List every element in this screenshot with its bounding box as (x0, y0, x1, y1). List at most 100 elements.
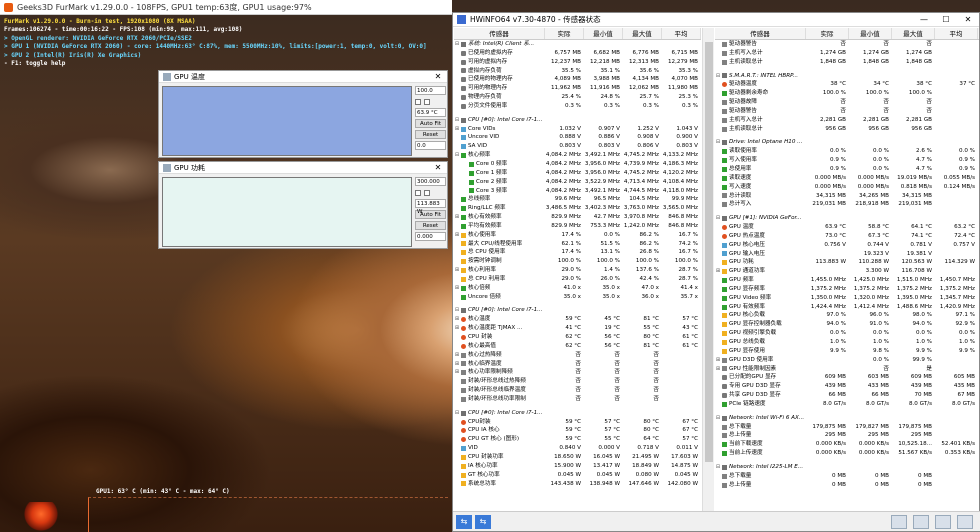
sensor-row[interactable]: 主机写入总计 2,281 GB 2,281 GB 2,281 GB (715, 116, 979, 125)
sensor-row[interactable]: CPU封装 59 °C 57 °C 80 °C 67 °C (454, 418, 701, 427)
sensor-pane-right[interactable]: 传感器 实际 最小值 最大值 平均 驱动器警告否否否主机写入总计 1,274 GB 1,27… (715, 28, 979, 512)
checkbox[interactable] (424, 98, 430, 105)
column-header-current[interactable]: 实际 (545, 28, 584, 39)
sensor-row[interactable]: 读取使用率 0.0 % 0.0 % 2.6 % 0.0 % (715, 147, 979, 156)
sensor-group-header[interactable]: ⊟ GPU [#1]: NVIDIA GeFor... (715, 214, 979, 223)
checkbox[interactable] (415, 189, 421, 196)
sensor-row[interactable]: ⊞ GPU D3D 使用率 0.0 % 99.9 % (715, 356, 979, 365)
sensor-row[interactable]: 封装/环形总线临界温度 否 否 否 (454, 386, 701, 395)
sensor-row[interactable]: 已分配的GPU 显存 609 MB 603 MB 609 MB 605 MB (715, 373, 979, 382)
sensor-row[interactable]: Uncore 倍频 35.0 x 35.0 x 36.0 x 35.7 x (454, 293, 701, 302)
sensor-row[interactable]: 物理内存负荷 25.4 % 24.8 % 25.7 % 25.3 % (454, 93, 701, 102)
sensor-row[interactable]: GPU 显存使用 9.9 % 9.8 % 9.9 % 9.9 % (715, 347, 979, 356)
sensor-row[interactable]: 总 CPU 使用率 17.4 % 13.1 % 26.8 % 16.7 % (454, 248, 701, 257)
column-header-sensor[interactable]: 传感器 (454, 28, 545, 39)
sensor-row[interactable]: ⊞ 核心倍频 41.0 x 35.0 x 47.0 x 41.4 x (454, 284, 701, 293)
sensor-row[interactable]: 写入使用率 0.9 % 0.0 % 4.7 % 0.9 % (715, 156, 979, 165)
sensor-row[interactable]: ⊞ GPU 性能限制因素 否 是 (715, 365, 979, 374)
nav-right-icon[interactable]: ⇆ (475, 514, 491, 529)
sensor-row[interactable]: CPU 封装 62 °C 56 °C 80 °C 61 °C (454, 333, 701, 342)
sensor-row[interactable]: 系统总功率 143.438 W 138.948 W 147.646 W 142.080 … (454, 480, 701, 489)
collapse-icon[interactable]: ⊟ (454, 116, 460, 125)
expand-icon[interactable]: ⊞ (715, 267, 721, 276)
checkbox[interactable] (424, 189, 430, 196)
expand-icon[interactable]: ⊞ (454, 368, 460, 377)
sensor-row[interactable]: 主机读取总计 956 GB 956 GB 956 GB (715, 125, 979, 134)
sensor-row[interactable]: 当前下载速度 0.000 KB/s 0.000 KB/s 10,525.18... 52… (715, 440, 979, 449)
sensor-row[interactable]: PCIe 链路速度 8.0 GT/s 8.0 GT/s 8.0 GT/s 8.0 GT/… (715, 400, 979, 409)
close-icon[interactable]: ✕ (429, 72, 447, 81)
sensor-group-header[interactable]: ⊟ CPU [#0]: Intel Core i7-1... (454, 306, 701, 315)
expand-icon[interactable]: ⊞ (454, 213, 460, 222)
minimize-icon[interactable]: — (913, 15, 935, 24)
sensor-group-header[interactable]: ⊟ Network: Intel I225-LM E... (715, 463, 979, 472)
sensor-row[interactable]: 总线频率 99.6 MHz 96.5 MHz 104.5 MHz 99.9 MHz (454, 195, 701, 204)
sensor-row[interactable]: 可用的物理内存 11,962 MB 11,916 MB 12,062 MB 11,980… (454, 84, 701, 93)
column-header-avg[interactable]: 平均 (662, 28, 701, 39)
sensor-group-header[interactable]: ⊟ Network: Intel Wi-Fi 6 AX... (715, 414, 979, 423)
sensor-row[interactable]: ⊟ 核心频率 4,084.2 MHz 3,492.1 MHz 4,745.2 MHz 4,… (454, 151, 701, 160)
hwinfo-window[interactable]: HWiNFO64 v7.30-4870 - 传感器状态 — ☐ ✕ 传感器 实际 最小值… (452, 12, 980, 532)
collapse-icon[interactable]: ⊟ (454, 306, 460, 315)
sensor-row[interactable]: SA VID 0.803 V 0.803 V 0.806 V 0.803 V (454, 142, 701, 151)
maximize-icon[interactable]: ☐ (935, 15, 957, 24)
close-icon[interactable]: ✕ (429, 163, 447, 172)
sensor-row[interactable]: GPU Video 频率 1,350.0 MHz 1,320.0 MHz 1,395.… (715, 294, 979, 303)
clock-icon[interactable] (913, 514, 929, 529)
sensor-row[interactable]: 总上传量 0 MB 0 MB 0 MB (715, 481, 979, 490)
sensor-row[interactable]: 驱动器温度 38 °C 34 °C 38 °C 37 °C (715, 80, 979, 89)
checkbox[interactable] (415, 98, 421, 105)
sensor-row[interactable]: 共享 GPU D3D 显存 66 MB 66 MB 70 MB 67 MB (715, 391, 979, 400)
collapse-icon[interactable]: ⊟ (715, 214, 721, 223)
expand-icon[interactable]: ⊞ (454, 315, 460, 324)
sensor-row[interactable]: ⊞ 核心临界温度 否 否 否 (454, 360, 701, 369)
sensor-row[interactable]: GPU 频率 1,455.0 MHz 1,425.0 MHz 1,515.0 MHz 1… (715, 276, 979, 285)
sensor-row[interactable]: 总 CPU 利用率 29.0 % 26.0 % 42.4 % 28.7 % (454, 275, 701, 284)
scrollbar[interactable] (702, 28, 714, 512)
sensor-row[interactable]: GPU 功耗 113.883 W 110.288 W 120.563 W 114.329… (715, 258, 979, 267)
sensor-row[interactable]: ⊞ 核心功率限制降频 否 否 否 (454, 368, 701, 377)
column-header-min[interactable]: 最小值 (584, 28, 623, 39)
sensor-row[interactable]: GPU 核心负载 97.0 % 96.0 % 98.0 % 97.1 % (715, 311, 979, 320)
sensor-group-header[interactable]: ⊟ S.M.A.R.T.: INTEL HBRP... (715, 72, 979, 81)
close-icon[interactable] (957, 514, 973, 529)
sensor-row[interactable]: 主机读取总计 1,848 GB 1,848 GB 1,848 GB (715, 58, 979, 67)
sensor-row[interactable]: ⊞ 核心温度 59 °C 45 °C 81 °C 57 °C (454, 315, 701, 324)
sensor-row[interactable]: CPU IA 核心 59 °C 57 °C 80 °C 67 °C (454, 426, 701, 435)
graph-max-field[interactable]: 100.0 (415, 86, 446, 95)
expand-icon[interactable]: ⊞ (715, 356, 721, 365)
graph-min-field[interactable]: 0.0 (415, 141, 446, 150)
sensor-row[interactable]: IA 核心功率 15.900 W 13.417 W 18.849 W 14.875 W (454, 462, 701, 471)
sensor-row[interactable]: 驱动器警告 否 否 否 (715, 40, 979, 49)
sensor-row[interactable]: GT 核心功率 0.045 W 0.045 W 0.080 W 0.045 W (454, 471, 701, 480)
sensor-row[interactable]: 驱动器故障 否 否 否 (715, 98, 979, 107)
collapse-icon[interactable]: ⊟ (715, 72, 721, 81)
sensor-row[interactable]: ⊞ Core VIDs 1.032 V 0.907 V 1.252 V 1.043 V (454, 125, 701, 134)
sensor-row[interactable]: VID 0.840 V 0.000 V 0.718 V 0.011 V (454, 444, 701, 453)
sensor-group-header[interactable]: ⊟ 系统: Intel(R) Client 系... (454, 40, 701, 49)
sensor-row[interactable]: GPU 视频引擎负载 0.0 % 0.0 % 0.0 % 0.0 % (715, 329, 979, 338)
sensor-row[interactable]: Core 0 频率 4,084.2 MHz 3,956.0 MHz 4,739.9 M… (454, 160, 701, 169)
expand-icon[interactable]: ⊞ (454, 351, 460, 360)
sensor-row[interactable]: 总下载量 179,875 MB 179,827 MB 179,875 MB (715, 423, 979, 432)
expand-icon[interactable]: ⊞ (454, 360, 460, 369)
sensor-row[interactable]: Core 3 频率 4,084.2 MHz 3,492.1 MHz 4,744.5 M… (454, 187, 701, 196)
sensor-row[interactable]: 虚拟内存负荷 35.5 % 35.1 % 35.6 % 35.3 % (454, 67, 701, 76)
sensor-row[interactable]: CPU 封装功率 18.650 W 16.045 W 21.495 W 17.603 W (454, 453, 701, 462)
sensor-row[interactable]: GPU 核心电压 0.756 V 0.744 V 0.781 V 0.757 V (715, 241, 979, 250)
sensor-row[interactable]: 当前上传速度 0.000 KB/s 0.000 KB/s 51.567 KB/s 0.3… (715, 449, 979, 458)
collapse-icon[interactable]: ⊟ (454, 40, 460, 49)
settings-icon[interactable] (935, 514, 951, 529)
sensor-row[interactable]: 读取速度 0.000 MB/s 0.000 MB/s 19.019 MB/s 0.055… (715, 174, 979, 183)
sensor-row[interactable]: Core 1 频率 4,084.2 MHz 3,956.0 MHz 4,745.2 M… (454, 169, 701, 178)
sensor-row[interactable]: Core 2 频率 4,084.2 MHz 3,522.9 MHz 4,713.4 M… (454, 178, 701, 187)
sensor-row[interactable]: GPU 显存控制器负载 94.0 % 91.0 % 94.0 % 92.9 % (715, 320, 979, 329)
column-header-sensor[interactable]: 传感器 (715, 28, 806, 39)
sensor-group-header[interactable]: ⊟ Drive: Intel Optane H10 ... (715, 138, 979, 147)
sensor-row[interactable]: ⊞ GPU 通道功率 3.300 W 116.708 W (715, 267, 979, 276)
column-header-avg[interactable]: 平均 (935, 28, 978, 39)
expand-icon[interactable]: ⊞ (454, 125, 460, 134)
reset-button[interactable]: Reset (415, 130, 446, 139)
close-icon[interactable]: ✕ (957, 15, 979, 24)
collapse-icon[interactable]: ⊟ (715, 414, 721, 423)
